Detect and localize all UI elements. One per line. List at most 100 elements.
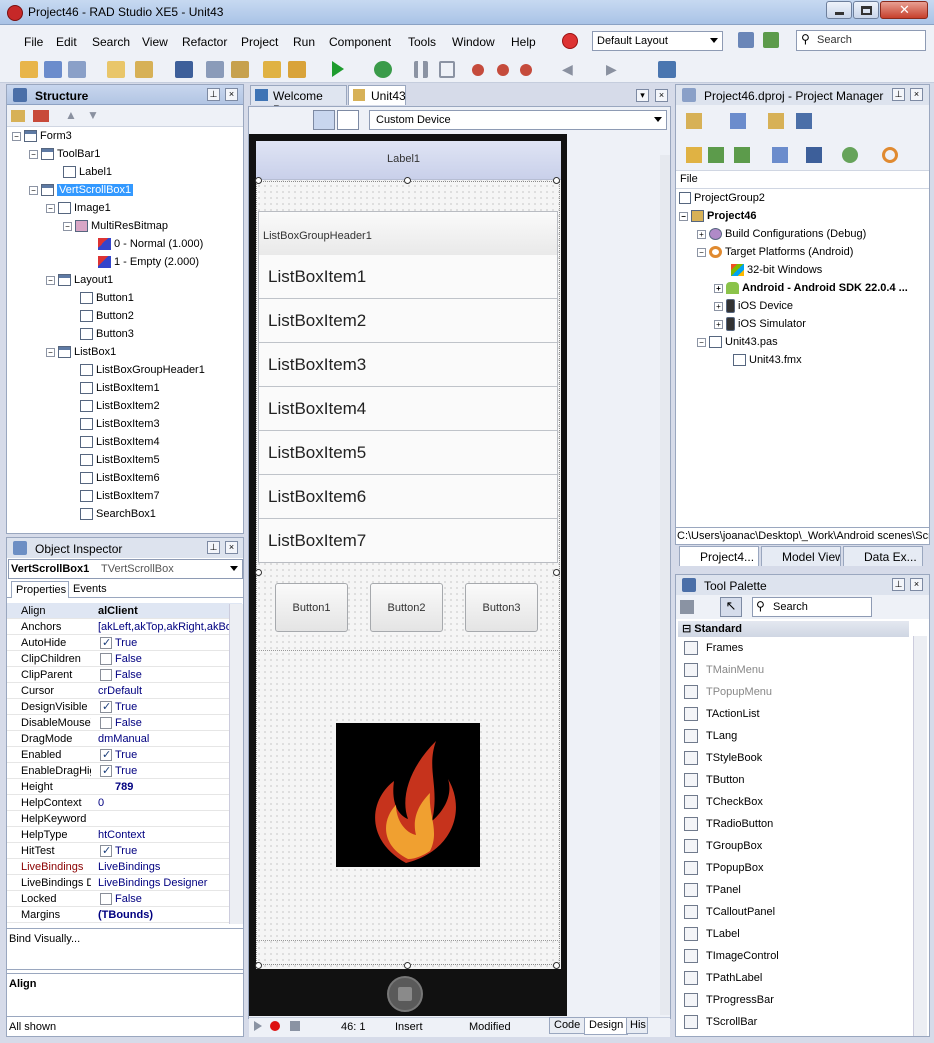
palette-item[interactable]: TCheckBox xyxy=(680,791,910,813)
tree-node-listboxitem1[interactable]: ListBoxItem1 xyxy=(80,379,160,397)
property-value[interactable]: LiveBindings xyxy=(98,861,238,873)
menu-help[interactable]: Help xyxy=(511,35,536,49)
new-items-icon[interactable] xyxy=(20,61,38,78)
add-file-icon[interactable] xyxy=(708,147,724,163)
palette-item[interactable]: TLang xyxy=(680,725,910,747)
tree-node-listboxitem3[interactable]: ListBoxItem3 xyxy=(80,415,160,433)
tree-node-toolbar1[interactable]: − ToolBar1 xyxy=(29,145,100,163)
pm-android[interactable]: + Android - Android SDK 22.0.4 ... xyxy=(714,279,908,297)
property-row[interactable]: Margins (TBounds) xyxy=(7,907,242,923)
property-row[interactable]: LiveBindings D LiveBindings Designer xyxy=(7,875,242,891)
maximize-button[interactable] xyxy=(853,1,879,19)
tab-list-icon[interactable]: ▾ xyxy=(636,89,649,102)
delete-icon[interactable] xyxy=(33,110,49,122)
label1[interactable]: Label1 xyxy=(387,153,420,165)
image1[interactable] xyxy=(336,723,480,867)
pm-unit43-pas[interactable]: − Unit43.pas xyxy=(697,333,778,351)
property-value[interactable]: False xyxy=(115,669,243,681)
menu-file[interactable]: File xyxy=(24,35,43,49)
tab-properties[interactable]: Properties xyxy=(11,581,69,598)
tab-history[interactable]: His xyxy=(626,1017,648,1034)
sync-icon[interactable] xyxy=(686,147,702,163)
palette-item[interactable]: TStyleBook xyxy=(680,747,910,769)
tree-node-listboxitem2[interactable]: ListBoxItem2 xyxy=(80,397,160,415)
palette-item[interactable]: TPopupMenu xyxy=(680,681,910,703)
menu-search[interactable]: Search xyxy=(92,35,130,49)
bind-visually-link[interactable]: Bind Visually... xyxy=(9,933,80,945)
add-project-icon[interactable] xyxy=(730,113,746,129)
step-over-icon[interactable] xyxy=(497,64,509,76)
property-checkbox[interactable] xyxy=(100,653,112,665)
menu-view[interactable]: View xyxy=(142,35,168,49)
property-row[interactable]: DragMode dmManual xyxy=(7,731,242,747)
menu-run[interactable]: Run xyxy=(293,35,315,49)
designer-scrollbar[interactable] xyxy=(660,155,670,1015)
stop-icon[interactable] xyxy=(439,61,455,78)
tree-node-bitmap-normal[interactable]: 0 - Normal (1.000) xyxy=(98,235,203,253)
tree-node-label1[interactable]: Label1 xyxy=(63,163,112,181)
close-button[interactable]: ✕ xyxy=(880,1,928,19)
move-up-icon[interactable]: ▲ xyxy=(65,108,77,122)
property-value[interactable]: True xyxy=(115,845,243,857)
run-icon[interactable] xyxy=(332,61,344,77)
save-icon[interactable] xyxy=(175,61,193,78)
tree-node-layout1[interactable]: − Layout1 xyxy=(46,271,113,289)
property-checkbox[interactable] xyxy=(100,636,112,649)
property-row[interactable]: EnableDragHig True xyxy=(7,763,242,779)
palette-search-input[interactable]: ⚲ Search xyxy=(752,597,872,617)
property-row[interactable]: DisableMouseW False xyxy=(7,715,242,731)
property-value[interactable]: 0 xyxy=(98,797,238,809)
view-icon[interactable] xyxy=(796,113,812,129)
close-panel-icon[interactable]: × xyxy=(910,578,923,591)
property-checkbox[interactable] xyxy=(100,764,112,777)
property-row[interactable]: Align alClient xyxy=(7,603,242,619)
property-row[interactable]: AutoHide True xyxy=(7,635,242,651)
pin-icon[interactable]: ⊥ xyxy=(892,578,905,591)
palette-item[interactable]: TMainMenu xyxy=(680,659,910,681)
build-order-icon[interactable] xyxy=(772,147,788,163)
property-value[interactable]: crDefault xyxy=(98,685,238,697)
property-checkbox[interactable] xyxy=(100,669,112,681)
tree-node-groupheader1[interactable]: ListBoxGroupHeader1 xyxy=(80,361,205,379)
property-row[interactable]: DesignVisible True xyxy=(7,699,242,715)
remove-from-project-icon[interactable] xyxy=(288,61,306,78)
category-standard[interactable]: ⊟ Standard xyxy=(678,621,909,637)
tab-model-view[interactable]: Model View xyxy=(761,546,841,566)
menu-refactor[interactable]: Refactor xyxy=(182,35,227,49)
selection-handle[interactable] xyxy=(255,962,262,969)
open-folder-icon[interactable] xyxy=(768,113,784,129)
pm-ios-device[interactable]: + iOS Device xyxy=(714,297,793,315)
pm-projectgroup[interactable]: ProjectGroup2 xyxy=(679,189,765,207)
tree-node-button3[interactable]: Button3 xyxy=(80,325,134,343)
close-panel-icon[interactable]: × xyxy=(225,541,238,554)
palette-item[interactable]: TPathLabel xyxy=(680,967,910,989)
pin-icon[interactable]: ⊥ xyxy=(207,88,220,101)
move-down-icon[interactable]: ▼ xyxy=(87,108,99,122)
build-icon[interactable] xyxy=(806,147,822,163)
property-row[interactable]: HelpKeyword xyxy=(7,811,242,827)
tree-node-listboxitem4[interactable]: ListBoxItem4 xyxy=(80,433,160,451)
help-globe-icon[interactable] xyxy=(562,33,578,49)
palette-item[interactable]: TActionList xyxy=(680,703,910,725)
pm-win32[interactable]: 32-bit Windows xyxy=(731,261,822,279)
tree-node-listbox1[interactable]: − ListBox1 xyxy=(46,343,116,361)
stop-macro-icon[interactable] xyxy=(290,1021,300,1031)
tree-node-bitmap-empty[interactable]: 1 - Empty (2.000) xyxy=(98,253,199,271)
menu-edit[interactable]: Edit xyxy=(56,35,77,49)
property-row[interactable]: HitTest True xyxy=(7,843,242,859)
selection-handle[interactable] xyxy=(553,569,560,576)
selection-handle[interactable] xyxy=(553,962,560,969)
palette-item[interactable]: TPanel xyxy=(680,879,910,901)
view-unit-icon[interactable] xyxy=(206,61,224,78)
menu-window[interactable]: Window xyxy=(452,35,495,49)
pin-icon[interactable]: ⊥ xyxy=(207,541,220,554)
property-scrollbar[interactable] xyxy=(229,604,243,924)
property-row[interactable]: ClipParent False xyxy=(7,667,242,683)
property-value[interactable]: alClient xyxy=(98,605,238,617)
property-value[interactable]: False xyxy=(115,653,243,665)
tree-node-button1[interactable]: Button1 xyxy=(80,289,134,307)
close-panel-icon[interactable]: × xyxy=(225,88,238,101)
palette-item[interactable]: TButton xyxy=(680,769,910,791)
property-value[interactable]: True xyxy=(115,765,243,777)
remove-file-icon[interactable] xyxy=(734,147,750,163)
